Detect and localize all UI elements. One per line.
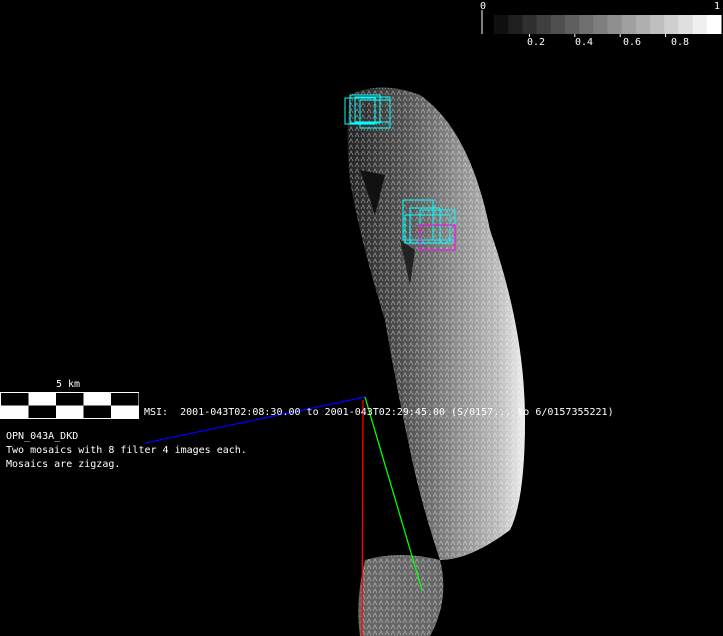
scale-bar-segment	[111, 393, 139, 406]
observation-name: OPN_043A_DKD	[6, 431, 79, 442]
colorbar-step	[706, 15, 722, 34]
scale-bar-segment	[1, 393, 29, 406]
colorbar-step	[550, 15, 566, 34]
colorbar-min-label: 0	[480, 1, 487, 12]
asteroid-shape-model	[347, 87, 525, 636]
colorbar-step	[678, 15, 694, 34]
observation-note: Mosaics are zigzag.	[6, 459, 121, 470]
colorbar-step	[494, 15, 509, 34]
colorbar-step	[579, 15, 594, 34]
colorbar	[494, 15, 722, 37]
colorbar-tick-label: 0.8	[671, 37, 690, 48]
scale-bar-segment	[28, 405, 56, 418]
colorbar-step	[692, 15, 708, 34]
msi-time-range: MSI: 2001-043T02:08:30.00 to 2001-043T02…	[144, 407, 614, 418]
colorbar-step	[621, 15, 637, 34]
colorbar-step	[593, 15, 608, 34]
scale-bar-segment	[56, 393, 84, 406]
colorbar-step	[607, 15, 623, 34]
observation-description: Two mosaics with 8 filter 4 images each.	[6, 445, 247, 456]
colorbar-tick-label: 0.6	[623, 37, 642, 48]
scale-bar-label: 5 km	[56, 379, 81, 390]
colorbar-max-label: 1	[714, 1, 721, 12]
scale-bar-segment	[83, 405, 111, 418]
colorbar-step	[522, 15, 538, 34]
3d-viewport[interactable]	[0, 0, 723, 636]
x-axis	[144, 396, 366, 444]
colorbar-tick-label: 0.4	[575, 37, 594, 48]
colorbar-step	[650, 15, 665, 34]
colorbar-step	[508, 15, 523, 34]
scale-bar	[0, 392, 139, 419]
colorbar-step	[536, 15, 552, 34]
colorbar-tick-label: 0.2	[527, 37, 546, 48]
colorbar-step	[635, 15, 651, 34]
colorbar-step	[664, 15, 679, 34]
colorbar-step	[564, 15, 580, 34]
